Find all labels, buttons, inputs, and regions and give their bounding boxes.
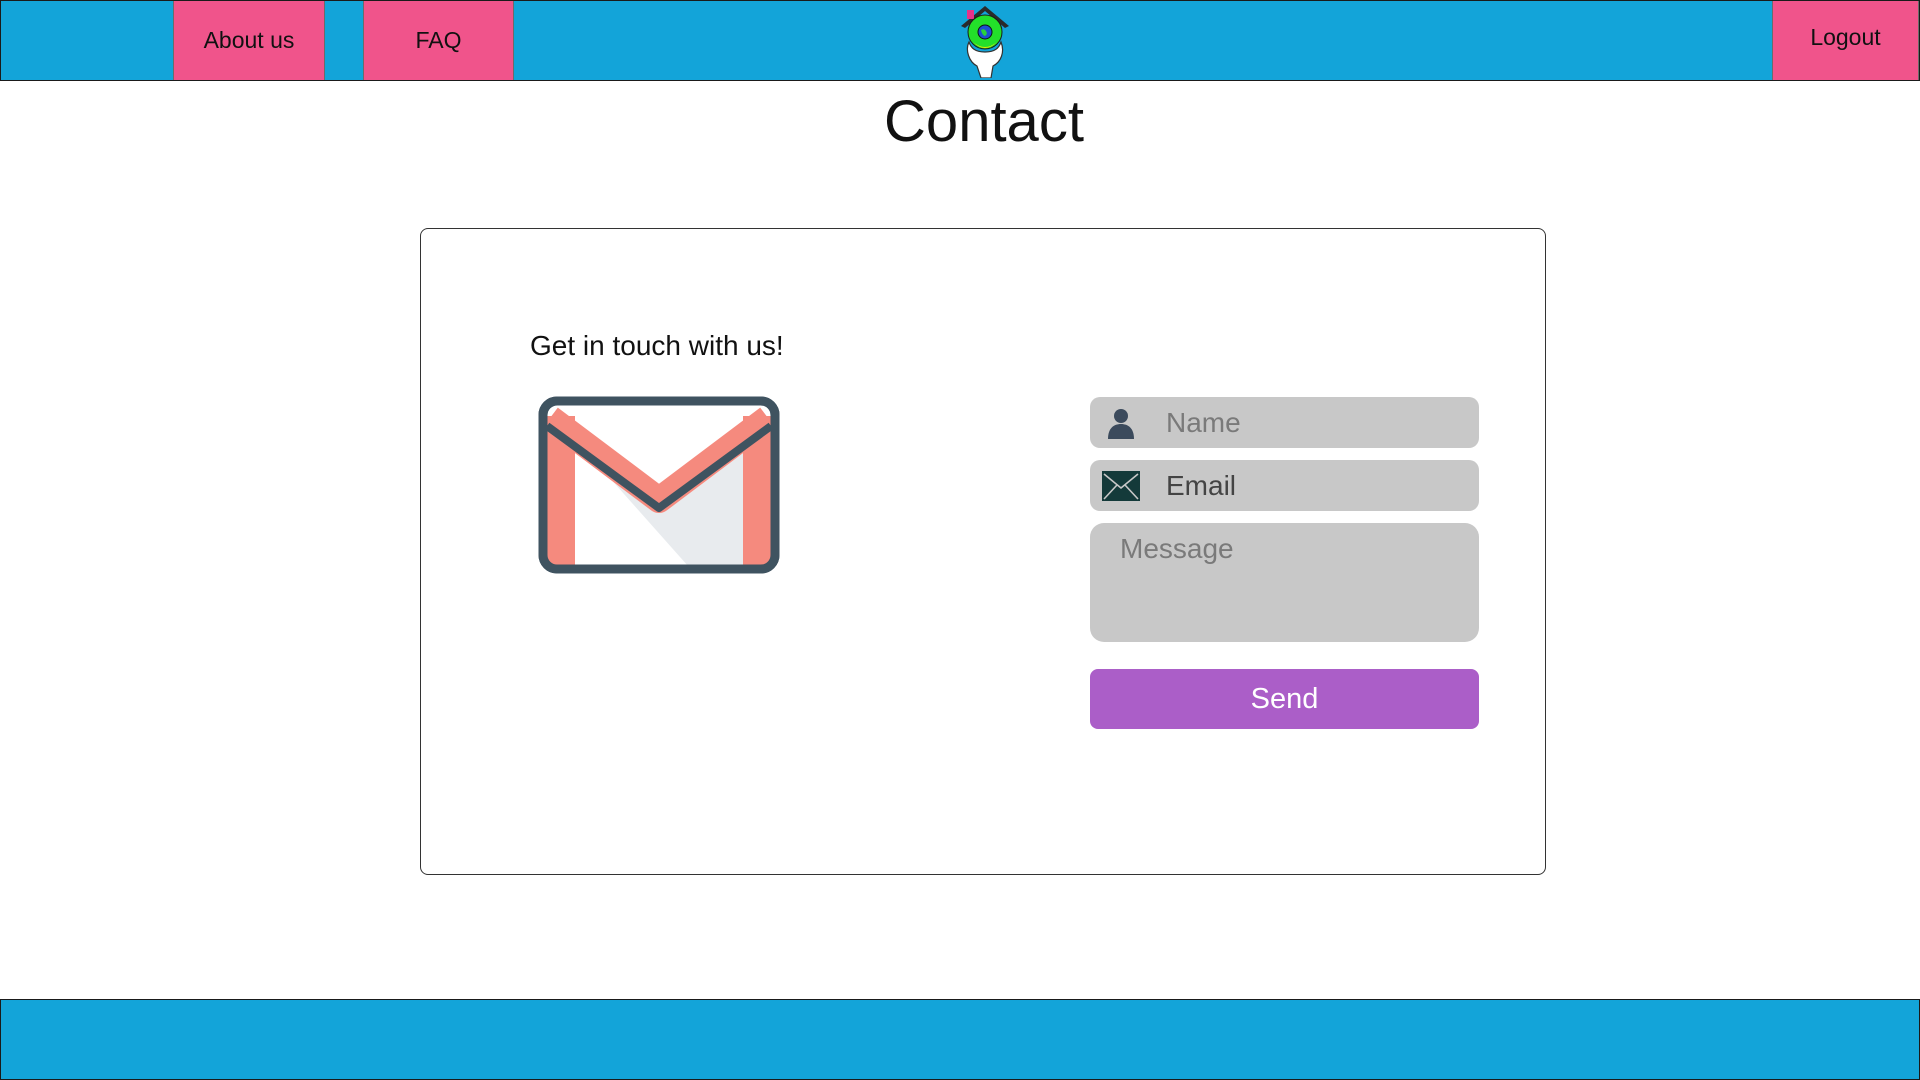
send-button[interactable]: Send xyxy=(1090,669,1479,729)
message-field[interactable] xyxy=(1090,523,1479,642)
page-title: Contact xyxy=(884,89,1084,154)
house-in-hand-logo-icon[interactable] xyxy=(955,2,1015,79)
user-icon xyxy=(1104,406,1138,440)
name-input[interactable] xyxy=(1166,397,1466,448)
contact-heading: Get in touch with us! xyxy=(530,330,784,361)
contact-page: About us FAQ Logout Contact Get in touch… xyxy=(0,0,1920,1080)
footer-bar xyxy=(0,999,1920,1080)
about-us-button[interactable]: About us xyxy=(173,1,325,80)
email-input[interactable] xyxy=(1166,460,1466,511)
logout-button[interactable]: Logout xyxy=(1772,1,1919,80)
message-input[interactable] xyxy=(1120,533,1460,633)
faq-button[interactable]: FAQ xyxy=(363,1,514,80)
envelope-icon xyxy=(1102,471,1140,501)
name-field[interactable] xyxy=(1090,397,1479,448)
email-field[interactable] xyxy=(1090,460,1479,511)
gmail-envelope-icon xyxy=(538,396,780,574)
